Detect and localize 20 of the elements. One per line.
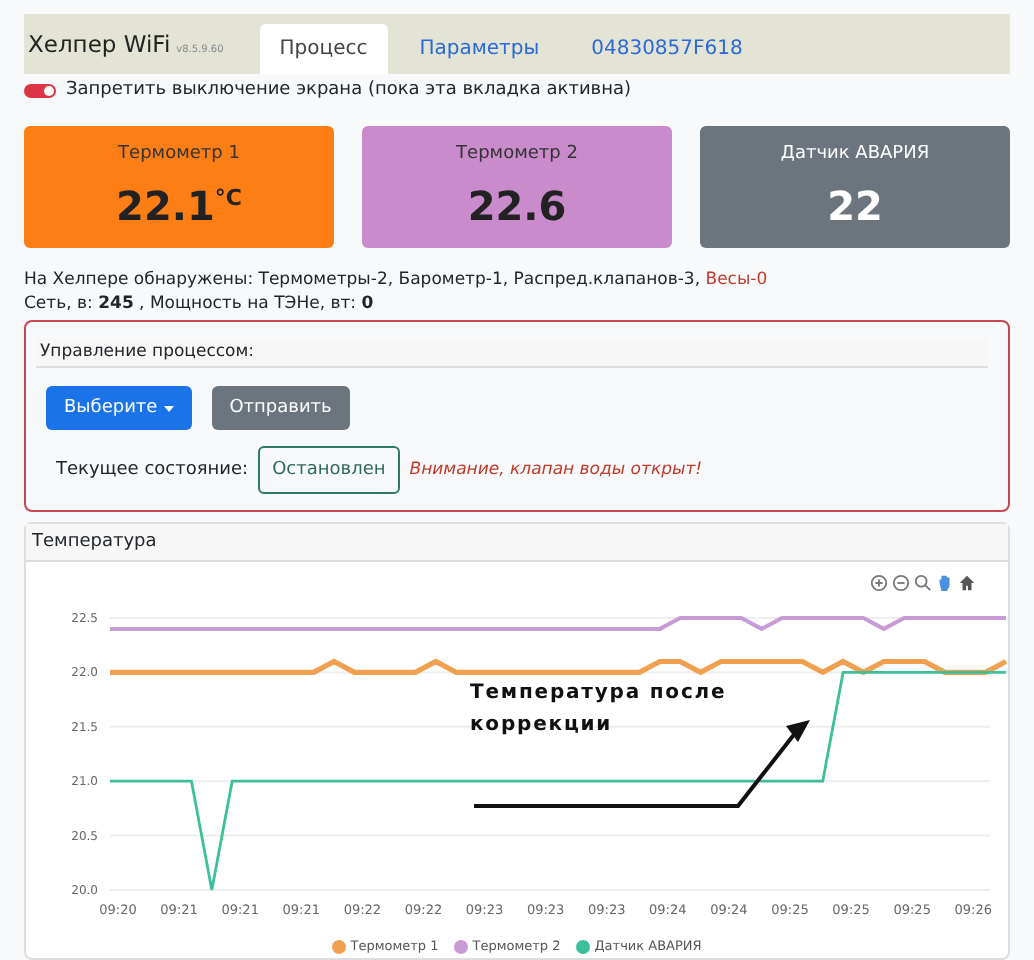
state-badge: Остановлен [258,446,400,494]
card-title: Термометр 1 [118,143,240,164]
select-dropdown-button[interactable]: Выберите [46,386,192,430]
annotation-text: Температура после коррекции [470,680,729,740]
state-label: Текущее состояние: [56,460,249,480]
toggle-label: Запретить выключение экрана (пока эта вкладка активна) [66,80,632,100]
card-title: Термометр 2 [456,143,578,164]
card-value: 22.1$^{°C}$ [116,182,242,231]
card-value: 22.6 [467,182,567,231]
warning-text: Внимание, клапан воды открыт! [409,460,703,480]
power-text: Сеть, в: 245 , Мощность на ТЭНе, вт: 0 [24,294,376,314]
nav-tab[interactable]: Параметры [399,24,560,74]
nav-tab[interactable]: 04830857F618 [571,24,763,74]
chart-title: Температура [26,524,1008,562]
detected-devices-text: На Хелпере обнаружены: Термометры-2, Барометр-1, Распред.клапанов-3, Весы-0 [24,270,770,290]
card-title: Датчик АВАРИЯ [780,143,930,164]
panel-title: Управление процессом: [36,338,988,368]
card-value: 22 [827,182,883,231]
send-button[interactable]: Отправить [211,386,350,430]
nav-tab[interactable]: Процесс [259,24,388,74]
